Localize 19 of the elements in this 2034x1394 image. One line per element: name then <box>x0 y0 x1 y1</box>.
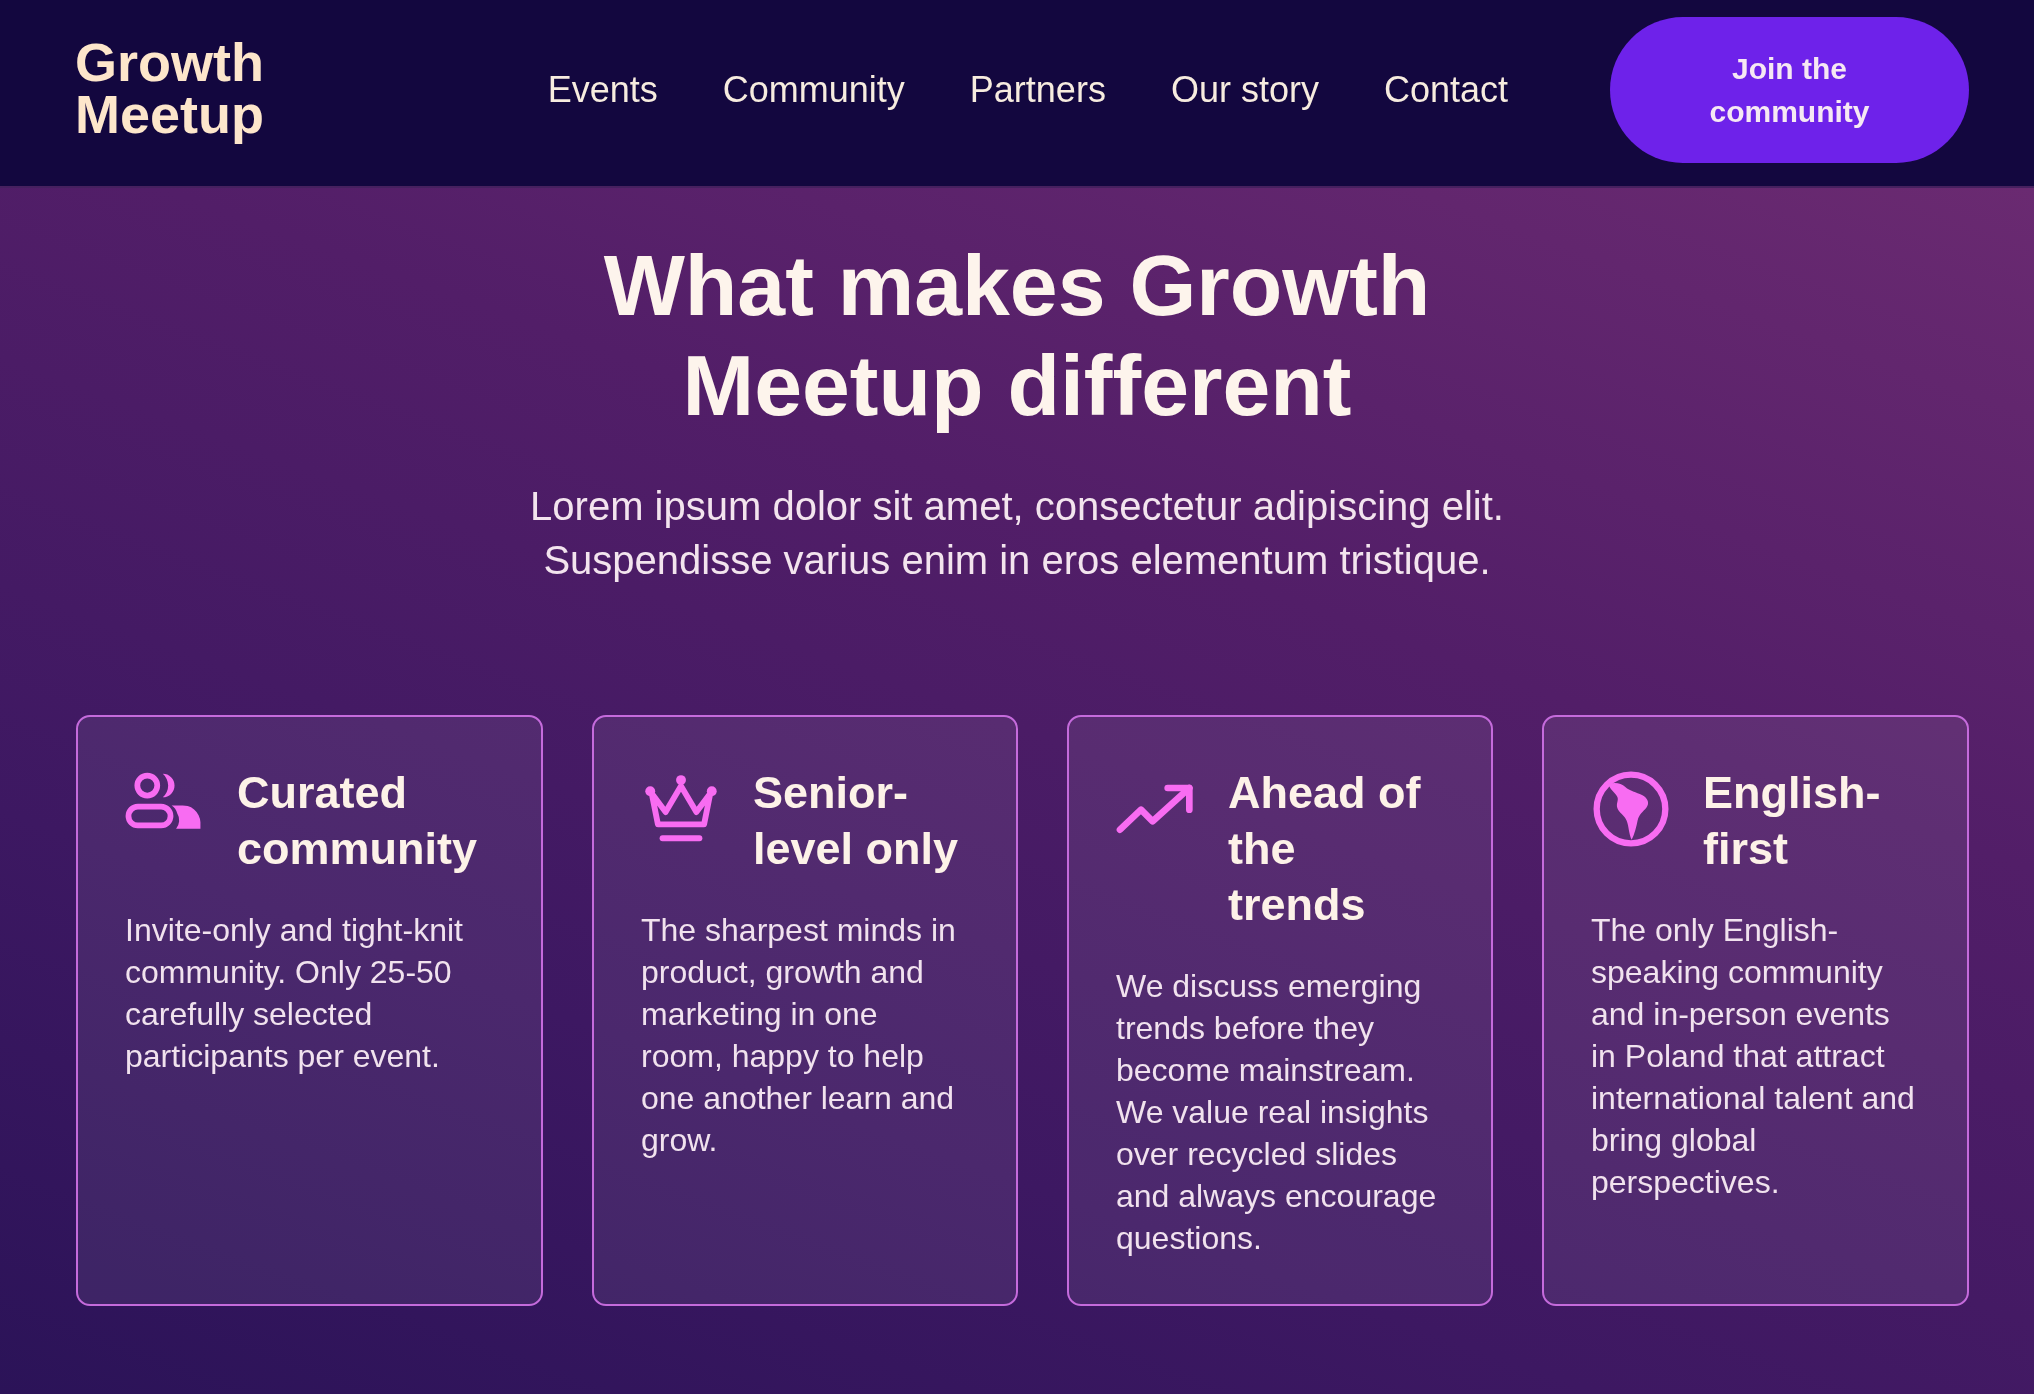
globe-icon <box>1591 769 1671 849</box>
feature-title: English-first <box>1703 766 1882 876</box>
feature-title: Curated community <box>237 766 479 876</box>
feature-description: The sharpest minds in product, growth and marketing in one room, happy to help one another learn and grow. <box>641 911 957 1160</box>
section-subtitle: Lorem ipsum dolor sit amet, consectetur adipiscing elit. Suspendisse varius enim in eros elementum tristique. <box>529 483 1505 584</box>
section-heading: What makes Growth Meetup different <box>602 236 1432 435</box>
feature-description: We discuss emerging trends before they become mainstream. We value real insights over recycled slides and always encourage questions. <box>1116 967 1438 1258</box>
nav-link[interactable]: Community <box>722 68 905 112</box>
nav-link[interactable]: Partners <box>969 68 1106 112</box>
feature-description: Invite-only and tight-knit community. Only 25-50 carefully selected participants per event. <box>125 911 464 1076</box>
trend-up-icon <box>1116 781 1196 835</box>
nav-link[interactable]: Our story <box>1170 68 1319 112</box>
feature-title: Senior-level only <box>753 766 960 876</box>
join-button[interactable]: Join the community <box>1610 17 1969 163</box>
nav-link[interactable]: Contact <box>1383 68 1508 112</box>
nav-link[interactable]: Events <box>547 68 658 112</box>
logo[interactable]: Growth Meetup <box>75 30 305 150</box>
feature-title: Ahead of the trends <box>1228 766 1422 932</box>
feature-description: The only English-speaking community and in-person events in Poland that attract international talent and bring global perspectives. <box>1591 911 1916 1202</box>
